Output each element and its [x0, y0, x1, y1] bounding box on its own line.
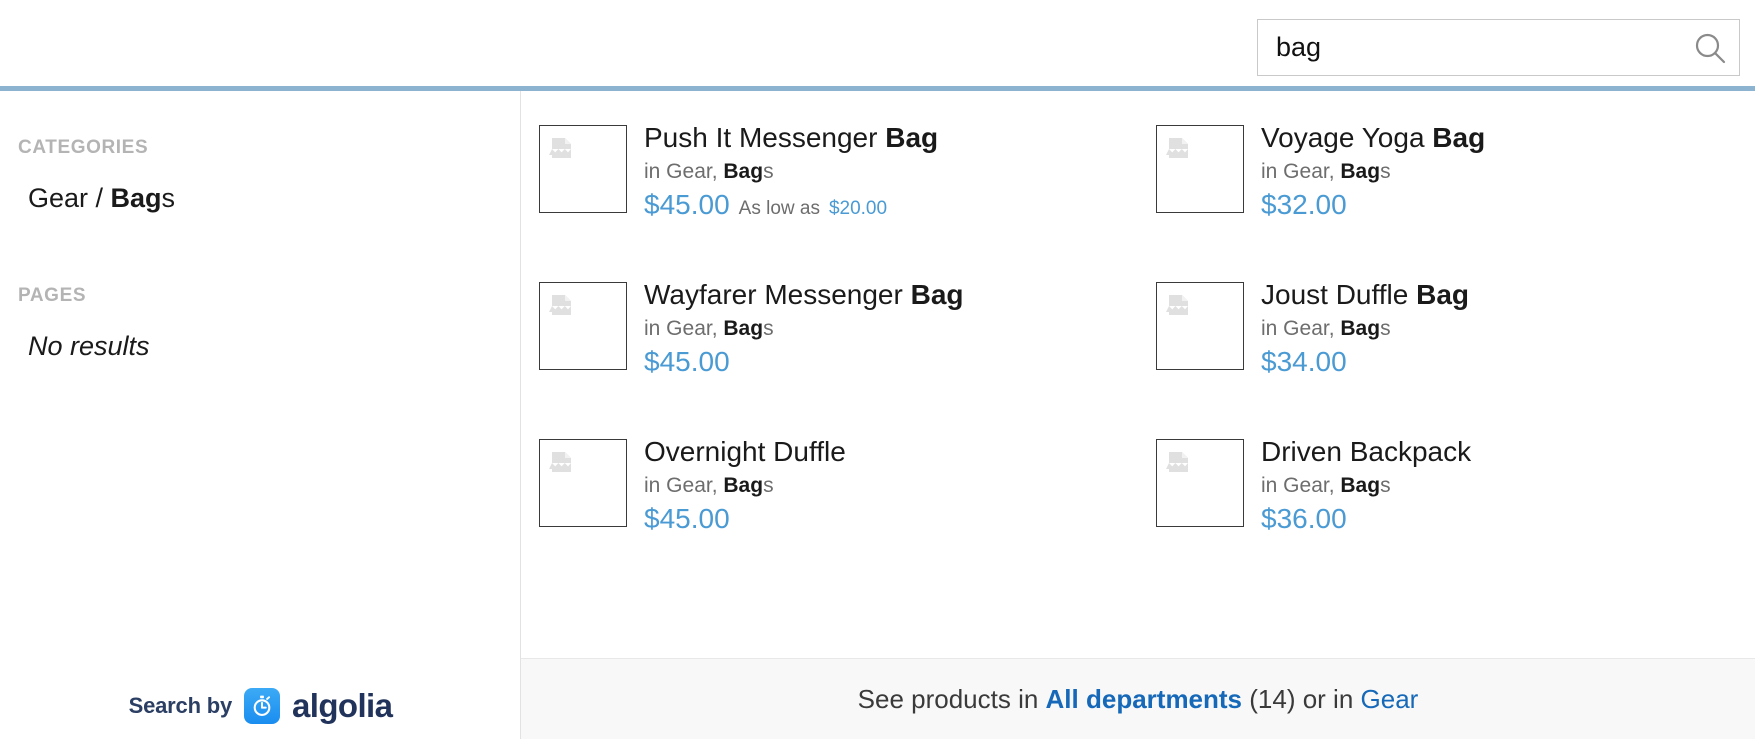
department-link-gear[interactable]: Gear: [1361, 684, 1419, 715]
cat-suffix: s: [763, 474, 774, 498]
title-highlight: Bag: [885, 122, 939, 153]
result-title: Driven Backpack: [1261, 435, 1471, 468]
algolia-branding[interactable]: Search by algolia: [0, 687, 521, 725]
result-price-row: $45.00: [644, 346, 964, 378]
result-category: in Gear, Bags: [1261, 160, 1485, 184]
title-prefix: Joust Duffle: [1261, 279, 1417, 310]
result-category: in Gear, Bags: [1261, 317, 1469, 341]
algolia-autocomplete-panel: CATEGORIES Gear / Bags PAGES No results …: [0, 0, 1755, 739]
result-price: $45.00: [644, 346, 730, 378]
result-price: $34.00: [1261, 346, 1347, 378]
title-highlight: Bag: [910, 279, 964, 310]
result-price-row: $45.00 As low as $20.00: [644, 189, 938, 221]
title-prefix: Push It Messenger: [644, 122, 886, 153]
title-highlight: Bag: [1416, 279, 1470, 310]
result-price: $32.00: [1261, 189, 1347, 221]
cat-prefix: in Gear,: [644, 160, 724, 184]
result-category: in Gear, Bags: [644, 317, 964, 341]
result-title: Voyage Yoga Bag: [1261, 121, 1485, 154]
result-title: Overnight Duffle: [644, 435, 846, 468]
cat-suffix: s: [1380, 474, 1391, 498]
result-body: Driven Backpack in Gear, Bags $36.00: [1244, 435, 1471, 535]
algolia-wordmark: algolia: [292, 687, 393, 724]
result-price: $36.00: [1261, 503, 1347, 535]
search-header: [0, 0, 1755, 89]
result-item[interactable]: Wayfarer Messenger Bag in Gear, Bags $45…: [521, 278, 1138, 435]
result-title: Push It Messenger Bag: [644, 121, 938, 154]
as-low-as-price: $20.00: [828, 198, 888, 220]
as-low-as-label: As low as: [738, 198, 820, 220]
result-title: Joust Duffle Bag: [1261, 278, 1469, 311]
result-body: Wayfarer Messenger Bag in Gear, Bags $45…: [627, 278, 964, 378]
result-body: Overnight Duffle in Gear, Bags $45.00: [627, 435, 846, 535]
result-price-row: $36.00: [1261, 503, 1471, 535]
result-price-row: $45.00: [644, 503, 846, 535]
broken-image-icon: [539, 439, 627, 527]
result-price-row: $34.00: [1261, 346, 1469, 378]
cat-suffix: s: [1380, 317, 1391, 341]
all-departments-link[interactable]: All departments: [1046, 684, 1243, 715]
categories-heading: CATEGORIES: [18, 137, 149, 158]
broken-image-icon: [1156, 125, 1244, 213]
title-prefix: Voyage Yoga: [1261, 122, 1433, 153]
cat-highlight: Bag: [723, 160, 764, 184]
result-price-row: $32.00: [1261, 189, 1485, 221]
result-item[interactable]: Overnight Duffle in Gear, Bags $45.00: [521, 435, 1138, 592]
result-title: Wayfarer Messenger Bag: [644, 278, 964, 311]
cat-prefix: in Gear,: [644, 474, 724, 498]
result-body: Joust Duffle Bag in Gear, Bags $34.00: [1244, 278, 1469, 378]
cat-highlight: Bag: [723, 474, 764, 498]
search-by-label: Search by: [128, 693, 233, 718]
cat-highlight: Bag: [1340, 474, 1381, 498]
search-box[interactable]: [1257, 19, 1740, 76]
result-item[interactable]: Driven Backpack in Gear, Bags $36.00: [1138, 435, 1755, 592]
title-highlight: Bag: [1432, 122, 1486, 153]
result-body: Push It Messenger Bag in Gear, Bags $45.…: [627, 121, 938, 221]
cat-highlight: Bag: [1340, 317, 1381, 341]
broken-image-icon: [1156, 282, 1244, 370]
see-products-bar: See products in All departments (14) or …: [521, 658, 1755, 739]
facet-highlight: Bag: [110, 183, 162, 213]
result-price: $45.00: [644, 189, 730, 221]
title-prefix: Overnight Duffle: [644, 436, 846, 467]
see-products-lead: See products in: [857, 683, 1046, 714]
cat-suffix: s: [1380, 160, 1391, 184]
facet-prefix: Gear /: [28, 183, 111, 213]
result-item[interactable]: Joust Duffle Bag in Gear, Bags $34.00: [1138, 278, 1755, 435]
algolia-stopwatch-icon: [244, 688, 281, 724]
result-category: in Gear, Bags: [1261, 474, 1471, 498]
result-item[interactable]: Push It Messenger Bag in Gear, Bags $45.…: [521, 121, 1138, 278]
cat-suffix: s: [763, 317, 774, 341]
facet-suffix: s: [161, 183, 176, 213]
title-prefix: Wayfarer Messenger: [644, 279, 911, 310]
result-item[interactable]: Voyage Yoga Bag in Gear, Bags $32.00: [1138, 121, 1755, 278]
title-prefix: Driven Backpack: [1261, 436, 1472, 467]
result-category: in Gear, Bags: [644, 474, 846, 498]
see-products-count: (14) or in: [1242, 683, 1361, 714]
result-category: in Gear, Bags: [644, 160, 938, 184]
pages-no-results: No results: [28, 331, 150, 361]
search-input[interactable]: [1258, 20, 1681, 75]
cat-prefix: in Gear,: [1261, 160, 1341, 184]
broken-image-icon: [539, 282, 627, 370]
cat-highlight: Bag: [1340, 160, 1381, 184]
cat-prefix: in Gear,: [644, 317, 724, 341]
pages-heading: PAGES: [18, 285, 87, 306]
panel-body: CATEGORIES Gear / Bags PAGES No results …: [0, 91, 1755, 739]
cat-suffix: s: [763, 160, 774, 184]
broken-image-icon: [1156, 439, 1244, 527]
results-area: Push It Messenger Bag in Gear, Bags $45.…: [521, 91, 1755, 739]
search-icon[interactable]: [1681, 20, 1739, 75]
result-price: $45.00: [644, 503, 730, 535]
facets-sidebar: CATEGORIES Gear / Bags PAGES No results …: [0, 91, 521, 739]
result-body: Voyage Yoga Bag in Gear, Bags $32.00: [1244, 121, 1485, 221]
cat-prefix: in Gear,: [1261, 474, 1341, 498]
cat-highlight: Bag: [723, 317, 764, 341]
facet-item-gear-bags[interactable]: Gear / Bags: [28, 183, 175, 214]
cat-prefix: in Gear,: [1261, 317, 1341, 341]
results-grid: Push It Messenger Bag in Gear, Bags $45.…: [521, 91, 1755, 592]
broken-image-icon: [539, 125, 627, 213]
